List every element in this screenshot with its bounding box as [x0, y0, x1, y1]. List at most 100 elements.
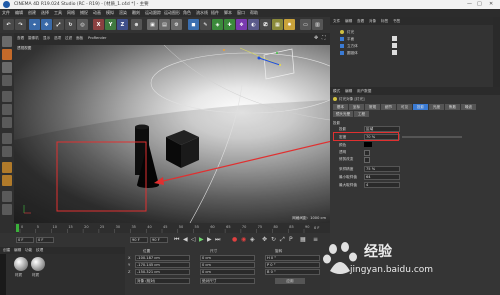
menu-create[interactable]: 创建: [28, 10, 36, 16]
position-y-field[interactable]: -170.145 cm: [135, 262, 190, 268]
y-axis-icon[interactable]: Y: [105, 19, 116, 30]
size-y-field[interactable]: 0 cm: [200, 262, 255, 268]
green-handle-dot[interactable]: [276, 52, 278, 54]
menu-simulate[interactable]: 模拟: [106, 10, 114, 16]
redo-icon[interactable]: ↷: [15, 19, 26, 30]
end-frame-field[interactable]: 90 F: [130, 237, 148, 243]
attr-menu-edit[interactable]: 编辑: [345, 89, 352, 94]
position-x-field[interactable]: -100.187 cm: [135, 255, 190, 261]
light-icon[interactable]: ✹: [284, 19, 295, 30]
menu-script[interactable]: 脚本: [224, 10, 232, 16]
light-center-dot[interactable]: [279, 64, 281, 66]
tab-basic[interactable]: 基本: [333, 104, 348, 110]
param-key-icon[interactable]: P: [289, 236, 293, 243]
play-icon[interactable]: ▶: [199, 236, 204, 243]
make-editable-icon[interactable]: [2, 36, 12, 47]
scene-icon[interactable]: ▦: [272, 19, 283, 30]
clip-checkbox[interactable]: [364, 157, 370, 163]
render-picture-viewer-icon[interactable]: ▤: [159, 19, 170, 30]
menu-mesh[interactable]: 网格: [67, 10, 75, 16]
recent-tool-icon[interactable]: ◎: [77, 19, 88, 30]
render-view-icon[interactable]: ▣: [147, 19, 158, 30]
rotation-b-field[interactable]: B 0 °: [265, 269, 320, 275]
array-icon[interactable]: ✚: [224, 19, 235, 30]
move-icon[interactable]: ✥: [41, 19, 52, 30]
menu-render[interactable]: 渲染: [119, 10, 127, 16]
obj-menu-bookmarks[interactable]: 书签: [393, 19, 400, 24]
cylinder-top[interactable]: [135, 124, 149, 130]
tab-visibility[interactable]: 可见: [397, 104, 412, 110]
orange-handle-dot[interactable]: [223, 49, 225, 51]
size-x-field[interactable]: 0 cm: [200, 255, 255, 261]
menu-sculpt[interactable]: 雕刻: [132, 10, 140, 16]
undo-icon[interactable]: ↶: [3, 19, 14, 30]
attr-menu-mode[interactable]: 模式: [333, 89, 340, 94]
object-row[interactable]: 立方体: [340, 43, 400, 50]
blue-axis-handle[interactable]: [258, 57, 281, 66]
obj-menu-file[interactable]: 文件: [333, 19, 340, 24]
rotate-icon[interactable]: ↻: [65, 19, 76, 30]
viewport-menu-view[interactable]: 查看: [17, 36, 24, 41]
menu-window[interactable]: 窗口: [237, 10, 245, 16]
material-swatch[interactable]: [31, 257, 45, 271]
material-swatch[interactable]: [14, 257, 28, 271]
tab-lens-glow[interactable]: 镜头光晕: [333, 111, 353, 117]
viewport-expand-icon[interactable]: ⛶: [322, 35, 326, 41]
viewport-menu-prorender[interactable]: ProRender: [88, 36, 107, 40]
display-icon[interactable]: ▭: [300, 19, 311, 30]
menu-mograph[interactable]: 运动图形: [164, 10, 180, 16]
obj-menu-objects[interactable]: 对象: [369, 19, 376, 24]
menu-snap[interactable]: 捕捉: [80, 10, 88, 16]
snap-icon[interactable]: [2, 162, 12, 173]
scale-key-icon[interactable]: ⤢: [280, 236, 285, 244]
material-tag-icon[interactable]: [392, 43, 397, 48]
magnet-icon[interactable]: [2, 204, 12, 215]
workplane-lock-icon[interactable]: [2, 175, 12, 186]
sample-accuracy-field[interactable]: 75 %: [364, 166, 400, 172]
viewport-menu-options[interactable]: 选项: [54, 36, 61, 41]
keyframe-icon[interactable]: ◈: [250, 236, 255, 243]
workplane-icon[interactable]: [2, 75, 12, 86]
axis-mode-icon[interactable]: [2, 133, 12, 144]
rotate-key-icon[interactable]: ↻: [271, 236, 276, 243]
minimize-button[interactable]: —: [467, 1, 472, 7]
x-axis-icon[interactable]: X: [93, 19, 104, 30]
density-slider[interactable]: [402, 136, 462, 138]
viewport-nav-icon[interactable]: ✥: [314, 35, 318, 41]
menu-tools[interactable]: 工具: [54, 10, 62, 16]
polygons-mode-icon[interactable]: [2, 117, 12, 128]
rotation-h-field[interactable]: H 0 °: [265, 255, 320, 261]
preview-end-field[interactable]: 90 F: [150, 237, 168, 243]
maximize-button[interactable]: □: [477, 1, 482, 7]
apply-button[interactable]: 应用: [275, 278, 305, 284]
tab-general[interactable]: 常规: [365, 104, 380, 110]
start-frame-field[interactable]: 0 F: [16, 237, 34, 243]
mat-menu-edit[interactable]: 编辑: [14, 248, 21, 253]
perspective-viewport[interactable]: 透视视图 网格间距：1000 cm: [14, 45, 330, 223]
tab-caustics[interactable]: 焦散: [445, 104, 460, 110]
menu-motion-tracking[interactable]: 运动跟踪: [145, 10, 161, 16]
object-row[interactable]: 平面: [340, 36, 400, 43]
rotation-p-field[interactable]: P 0 °: [265, 262, 320, 268]
go-to-end-icon[interactable]: ⏭: [215, 236, 220, 244]
motion-icon[interactable]: ✥: [262, 236, 267, 243]
timeline-menu-icon[interactable]: ≡: [313, 236, 318, 243]
material-tag-icon[interactable]: [392, 36, 397, 41]
menu-character[interactable]: 角色: [183, 10, 191, 16]
play-backward-icon[interactable]: ◁: [191, 236, 196, 243]
close-button[interactable]: ✕: [489, 1, 493, 7]
tab-shadow[interactable]: 投影: [413, 104, 428, 110]
timeline-ruler[interactable]: 0 5 10 15 20 25 30 35 40 45 50 55 60 65 70 75 80 85 90 0 F: [14, 223, 330, 233]
menu-edit[interactable]: 编辑: [15, 10, 23, 16]
grid-icon[interactable]: [2, 191, 12, 202]
cube-icon[interactable]: ◼: [188, 19, 199, 30]
camera-icon[interactable]: ⎚: [260, 19, 271, 30]
tweak-mode-icon[interactable]: [2, 146, 12, 157]
obj-menu-edit[interactable]: 编辑: [345, 19, 352, 24]
mat-menu-create[interactable]: 创建: [3, 248, 10, 253]
field-icon[interactable]: ◐: [248, 19, 259, 30]
edges-mode-icon[interactable]: [2, 104, 12, 115]
z-axis-icon[interactable]: Z: [117, 19, 128, 30]
max-samples-field[interactable]: 4: [364, 182, 400, 188]
model-mode-icon[interactable]: [2, 49, 12, 60]
